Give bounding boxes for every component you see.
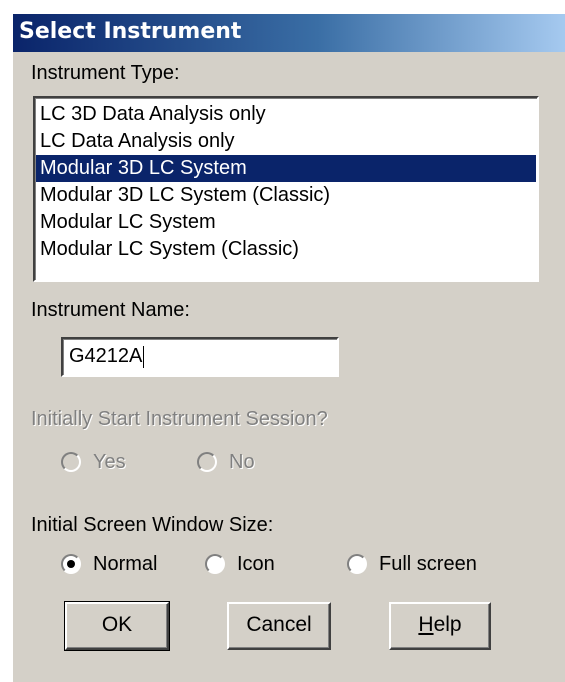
radio-circle-icon [197,452,217,472]
list-item-selected[interactable]: Modular 3D LC System [36,155,536,182]
ok-button[interactable]: OK [64,601,170,651]
cancel-button[interactable]: Cancel [227,602,331,650]
start-session-no-radio[interactable]: No [197,448,255,476]
instrument-name-label: Instrument Name: [31,299,190,321]
radio-circle-icon [61,452,81,472]
radio-dot-icon [67,560,75,568]
instrument-type-label: Instrument Type: [31,62,180,84]
title-bar[interactable]: Select Instrument [13,14,565,52]
list-item[interactable]: Modular LC System [36,209,536,236]
radio-circle-icon [347,554,367,574]
list-item[interactable]: Modular 3D LC System (Classic) [36,182,536,209]
start-session-yes-radio[interactable]: Yes [61,448,126,476]
select-instrument-dialog: Select Instrument Instrument Type: LC 3D… [12,14,565,682]
list-item[interactable]: LC 3D Data Analysis only [36,101,536,128]
radio-label: Icon [237,552,275,575]
window-size-fullscreen-radio[interactable]: Full screen [347,550,477,578]
window-size-label: Initial Screen Window Size: [31,514,274,536]
dialog-title: Select Instrument [19,19,242,44]
window-size-icon-radio[interactable]: Icon [205,550,275,578]
radio-label: Normal [93,552,158,575]
radio-label: Full screen [379,552,477,575]
text-caret [143,345,145,368]
help-button-mnemonic: H [418,613,434,636]
instrument-name-input[interactable]: G4212A [61,337,339,377]
list-item[interactable]: Modular LC System (Classic) [36,236,536,263]
instrument-type-listbox[interactable]: LC 3D Data Analysis only LC Data Analysi… [33,96,539,282]
radio-checked-icon [61,554,81,574]
list-item[interactable]: LC Data Analysis only [36,128,536,155]
help-button-label: elp [433,613,462,636]
start-session-label: Initially Start Instrument Session? [31,408,328,430]
radio-label: No [229,450,255,473]
window-size-normal-radio[interactable]: Normal [61,550,157,578]
radio-circle-icon [205,554,225,574]
help-button[interactable]: Help [389,602,491,650]
radio-label: Yes [93,450,126,473]
instrument-name-value: G4212A [69,345,143,367]
